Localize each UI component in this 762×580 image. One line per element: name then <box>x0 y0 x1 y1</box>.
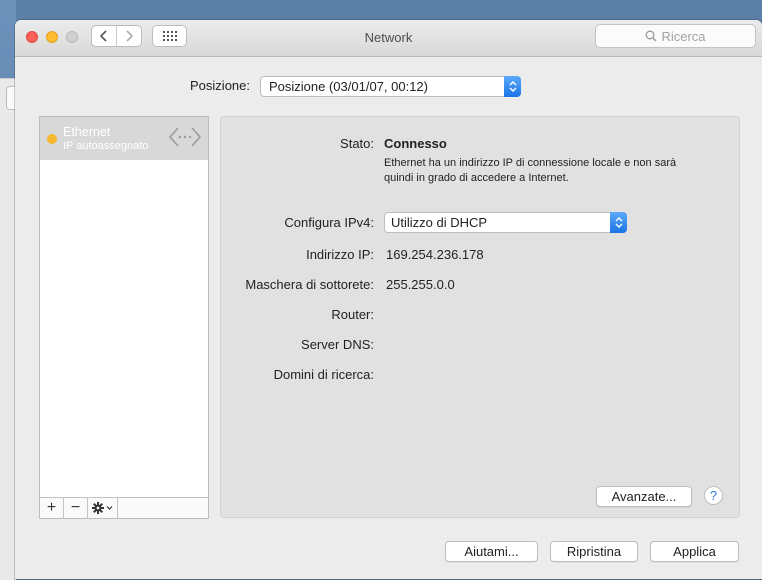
action-menu-button[interactable] <box>88 498 118 518</box>
apply-button[interactable]: Applica <box>650 541 739 562</box>
router-label: Router: <box>331 307 374 322</box>
popup-arrows-icon <box>504 76 521 97</box>
assist-me-button[interactable]: Aiutami... <box>445 541 538 562</box>
close-window-button[interactable] <box>26 31 38 43</box>
ip-address-label: Indirizzo IP: <box>306 247 374 262</box>
service-list-toolbar: + − <box>40 497 208 518</box>
chevron-left-icon <box>99 30 107 42</box>
ip-address-value: 169.254.236.178 <box>386 247 484 262</box>
background-window <box>0 78 16 580</box>
gear-menu-icon <box>91 502 112 514</box>
status-dot-icon <box>47 134 57 144</box>
chevron-right-icon <box>126 30 134 42</box>
network-preferences-window: Network Ricerca Posizione: Posizione (03… <box>15 20 762 579</box>
back-forward-control <box>91 25 142 47</box>
remove-service-button[interactable]: − <box>64 498 88 518</box>
forward-button[interactable] <box>116 26 141 46</box>
service-list: Ethernet IP autoassegnato + − <box>39 116 209 519</box>
minimize-window-button[interactable] <box>46 31 58 43</box>
location-value: Posizione (03/01/07, 00:12) <box>269 79 428 94</box>
location-popup[interactable]: Posizione (03/01/07, 00:12) <box>260 76 521 97</box>
show-all-button[interactable] <box>152 25 187 47</box>
location-label: Posizione: <box>190 78 250 93</box>
service-item-ethernet[interactable]: Ethernet IP autoassegnato <box>40 117 208 160</box>
popup-arrows-icon <box>610 212 627 233</box>
advanced-button[interactable]: Avanzate... <box>596 486 692 507</box>
zoom-window-button[interactable] <box>66 31 78 43</box>
dns-server-label: Server DNS: <box>301 337 374 352</box>
service-subtitle: IP autoassegnato <box>63 140 149 152</box>
configure-ipv4-value: Utilizzo di DHCP <box>391 215 488 230</box>
status-label: Stato: <box>340 136 374 151</box>
status-value: Connesso <box>384 136 447 151</box>
add-service-button[interactable]: + <box>40 498 64 518</box>
search-field[interactable]: Ricerca <box>595 24 756 48</box>
search-placeholder: Ricerca <box>661 28 706 44</box>
service-name: Ethernet <box>63 125 111 139</box>
configure-ipv4-label: Configura IPv4: <box>284 215 374 230</box>
magnifier-icon <box>646 30 657 42</box>
show-all-grid-icon <box>162 31 177 41</box>
search-domains-label: Domini di ricerca: <box>273 367 374 382</box>
back-button[interactable] <box>92 26 116 46</box>
ethernet-arrows-icon <box>168 127 202 147</box>
titlebar: Network Ricerca <box>15 20 762 57</box>
help-icon[interactable]: ? <box>704 486 723 505</box>
subnet-mask-value: 255.255.0.0 <box>386 277 455 292</box>
subnet-mask-label: Maschera di sottorete: <box>245 277 374 292</box>
revert-button[interactable]: Ripristina <box>550 541 638 562</box>
status-description: Ethernet ha un indirizzo IP di connessio… <box>384 157 677 184</box>
configure-ipv4-popup[interactable]: Utilizzo di DHCP <box>384 212 627 233</box>
